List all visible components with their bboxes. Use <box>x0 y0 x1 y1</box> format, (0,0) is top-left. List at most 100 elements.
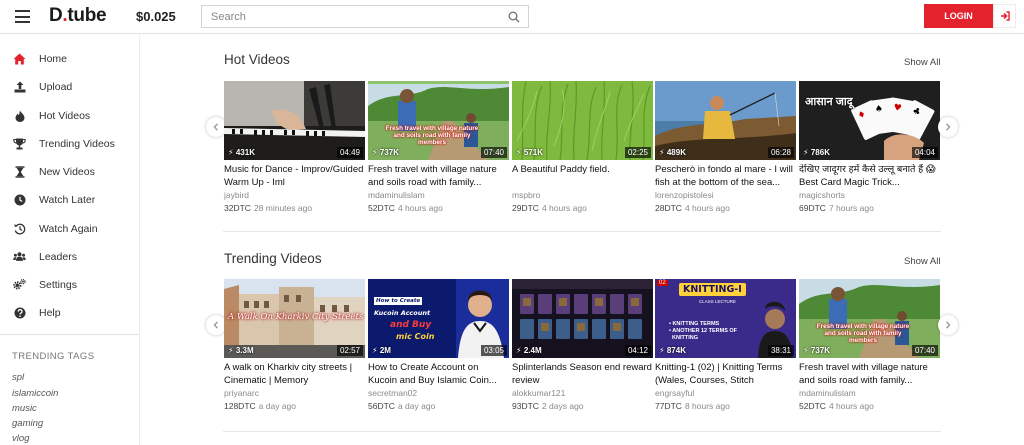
video-duration: 03:05 <box>480 345 507 356</box>
section-divider <box>223 231 941 232</box>
sidebar-item-watch-again[interactable]: Watch Again <box>0 217 139 241</box>
video-duration: 02:57 <box>336 345 363 356</box>
chevron-left-icon <box>213 321 219 329</box>
video-card[interactable]: Fresh travel with village nature and soi… <box>368 81 509 213</box>
sidebar: Home Upload Hot Videos Trending Videos N… <box>0 35 140 445</box>
sign-in-icon-button[interactable] <box>993 4 1016 28</box>
hamburger-menu-icon[interactable] <box>15 10 30 23</box>
video-title[interactable]: Splinterlands Season end reward review <box>512 362 653 387</box>
video-author[interactable]: mspbro <box>512 190 653 200</box>
video-title[interactable]: How to Create Account on Kucoin and Buy … <box>368 362 509 387</box>
sidebar-item-settings[interactable]: Settings <box>0 273 139 297</box>
sidebar-item-home[interactable]: Home <box>0 47 139 71</box>
search-icon[interactable] <box>508 11 520 23</box>
sidebar-item-watch-later[interactable]: Watch Later <box>0 188 139 212</box>
tag-music[interactable]: music <box>12 403 37 414</box>
video-duration: 04:49 <box>336 147 363 158</box>
chevron-right-icon <box>945 123 951 131</box>
thumbnail-caption: KNITTING-I <box>679 283 746 296</box>
video-thumbnail[interactable]: How to Create Kucoin Account and Buy mic… <box>368 279 509 358</box>
sidebar-item-label: Settings <box>39 279 77 291</box>
video-thumbnail[interactable]: ⚡ 571K 02:25 <box>512 81 653 160</box>
video-thumbnail[interactable]: A Walk On Kharkiv City Streets ⚡ 3.3M 02… <box>224 279 365 358</box>
video-title[interactable]: देखिए जादूगर हमें कैसे उल्लू बनाते हैं 😱… <box>799 164 940 189</box>
video-card[interactable]: How to Create Kucoin Account and Buy mic… <box>368 279 509 411</box>
video-title[interactable]: Pescherò in fondo al mare - I will fish … <box>655 164 796 189</box>
video-thumbnail[interactable]: ⚡ 489K 06:28 <box>655 81 796 160</box>
view-count: ⚡ 2.4M <box>516 346 542 355</box>
thumbnail-caption: A Walk On Kharkiv City Streets <box>228 312 364 322</box>
video-thumbnail[interactable]: 02 KNITTING-I CLASS LECTURE • KNITTING T… <box>655 279 796 358</box>
video-meta: 52DTC 4 hours ago <box>368 203 443 213</box>
video-card[interactable]: ⚡ 431K 04:49 Music for Dance - Improv/Gu… <box>224 81 365 213</box>
video-card[interactable]: ♦ ♠ ♥ ♣ आसान जादू ⚡ 786K 04:04 देखिए जाद… <box>799 81 940 213</box>
video-card[interactable]: Fresh travel with village nature and soi… <box>799 279 940 411</box>
video-card[interactable]: ⚡ 489K 06:28 Pescherò in fondo al mare -… <box>655 81 796 213</box>
video-meta: 28DTC 4 hours ago <box>655 203 730 213</box>
video-thumbnail[interactable]: Fresh travel with village nature and soi… <box>368 81 509 160</box>
sidebar-item-leaders[interactable]: Leaders <box>0 245 139 269</box>
show-all-trending-link[interactable]: Show All <box>904 256 940 267</box>
video-card[interactable]: ⚡ 571K 02:25 A Beautiful Paddy field. ms… <box>512 81 653 213</box>
sidebar-item-trending-videos[interactable]: Trending Videos <box>0 132 139 156</box>
carousel-prev-trending-button[interactable] <box>206 315 226 335</box>
sidebar-item-help[interactable]: Help <box>0 301 139 325</box>
video-card[interactable]: ⚡ 2.4M 04:12 Splinterlands Season end re… <box>512 279 653 411</box>
video-thumbnail[interactable]: Fresh travel with village nature and soi… <box>799 279 940 358</box>
video-meta: 77DTC 8 hours ago <box>655 401 730 411</box>
video-author[interactable]: jaybird <box>224 190 365 200</box>
search-input[interactable] <box>202 6 492 27</box>
video-author[interactable]: secretman02 <box>368 388 509 398</box>
video-meta: 56DTC a day ago <box>368 401 436 411</box>
video-title[interactable]: Knitting-1 (02) | Knitting Terms (Wales,… <box>655 362 796 387</box>
video-title[interactable]: A walk on Kharkiv city streets | Cinemat… <box>224 362 365 387</box>
sidebar-item-new-videos[interactable]: New Videos <box>0 160 139 184</box>
login-button[interactable]: LOGIN <box>924 4 993 28</box>
video-meta: 93DTC 2 days ago <box>512 401 584 411</box>
video-thumbnail[interactable]: ♦ ♠ ♥ ♣ आसान जादू ⚡ 786K 04:04 <box>799 81 940 160</box>
tag-spl[interactable]: spl <box>12 372 24 383</box>
top-header: D.tube $0.025 LOGIN <box>0 0 1024 34</box>
trending-tags-heading: TRENDING TAGS <box>12 351 95 362</box>
video-thumbnail[interactable]: ⚡ 2.4M 04:12 <box>512 279 653 358</box>
video-author[interactable]: priyanarc <box>224 388 365 398</box>
sidebar-item-label: Upload <box>39 81 73 93</box>
tag-islamiccoin[interactable]: islamiccoin <box>12 388 58 399</box>
dtube-logo[interactable]: D.tube <box>49 5 107 27</box>
video-duration: 38:31 <box>767 345 794 356</box>
video-meta: 32DTC 28 minutes ago <box>224 203 313 213</box>
video-author[interactable]: mdaminulislam <box>368 190 509 200</box>
view-count: ⚡ 874K <box>659 346 686 355</box>
tag-vlog[interactable]: vlog <box>12 433 29 444</box>
sidebar-item-label: Hot Videos <box>39 110 91 122</box>
video-thumbnail[interactable]: ⚡ 431K 04:49 <box>224 81 365 160</box>
video-author[interactable]: mdaminulislam <box>799 388 940 398</box>
sidebar-item-label: Watch Later <box>39 194 96 206</box>
balance-value: $0.025 <box>136 9 176 24</box>
video-card[interactable]: A Walk On Kharkiv City Streets ⚡ 3.3M 02… <box>224 279 365 411</box>
video-author[interactable]: lorenzopistolesi <box>655 190 796 200</box>
sidebar-item-upload[interactable]: Upload <box>0 75 139 99</box>
video-author[interactable]: engrsayful <box>655 388 796 398</box>
carousel-prev-hot-button[interactable] <box>206 117 226 137</box>
sidebar-item-hot-videos[interactable]: Hot Videos <box>0 104 139 128</box>
tag-gaming[interactable]: gaming <box>12 418 43 429</box>
video-author[interactable]: magicshorts <box>799 190 940 200</box>
carousel-next-hot-button[interactable] <box>938 117 958 137</box>
section-divider <box>223 431 941 432</box>
video-title[interactable]: A Beautiful Paddy field. <box>512 164 653 189</box>
video-duration: 02:25 <box>624 147 651 158</box>
video-title[interactable]: Fresh travel with village nature and soi… <box>799 362 940 387</box>
video-meta: 52DTC 4 hours ago <box>799 401 874 411</box>
hourglass-icon <box>13 165 26 178</box>
video-title[interactable]: Music for Dance - Improv/Guided Warm Up … <box>224 164 365 189</box>
carousel-next-trending-button[interactable] <box>938 315 958 335</box>
history-icon <box>13 222 26 235</box>
home-icon <box>13 52 26 65</box>
video-meta: 29DTC 4 hours ago <box>512 203 587 213</box>
show-all-hot-link[interactable]: Show All <box>904 57 940 68</box>
video-title[interactable]: Fresh travel with village nature and soi… <box>368 164 509 189</box>
video-author[interactable]: alokkumar121 <box>512 388 653 398</box>
view-count: ⚡ 3.3M <box>228 346 254 355</box>
video-card[interactable]: 02 KNITTING-I CLASS LECTURE • KNITTING T… <box>655 279 796 411</box>
